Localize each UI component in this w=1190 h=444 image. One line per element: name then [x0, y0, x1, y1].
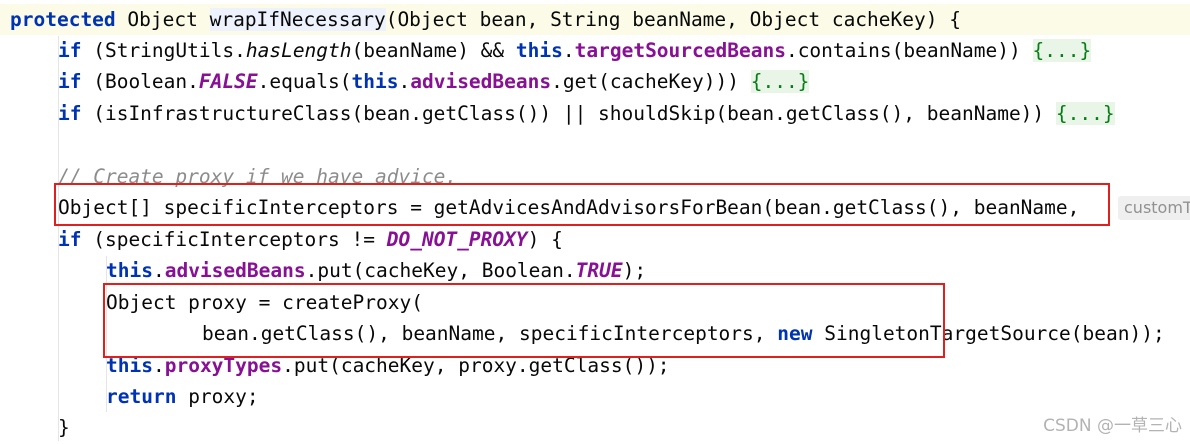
- constant-false: FALSE: [198, 70, 258, 93]
- code-token: ) {: [527, 228, 563, 251]
- code-token: .get(cacheKey))): [551, 70, 751, 93]
- code-token: (Boolean.: [81, 70, 199, 93]
- code-line-do-not-proxy-check[interactable]: if (specificInterceptors != DO_NOT_PROXY…: [58, 224, 563, 255]
- code-token: proxy;: [176, 385, 259, 408]
- keyword-protected: protected: [10, 8, 116, 31]
- keyword-if: if: [58, 102, 82, 125]
- code-token: .put(cacheKey, Boolean.: [305, 259, 576, 282]
- keyword-this: this: [351, 70, 399, 93]
- method-name: wrapIfNecessary: [209, 8, 386, 31]
- constant-do-not-proxy: DO_NOT_PROXY: [386, 228, 528, 251]
- code-token: .equals(: [257, 70, 352, 93]
- code-line-return[interactable]: return proxy;: [106, 381, 259, 412]
- keyword-this: this: [106, 259, 153, 282]
- code-token: (beanName) &&: [351, 39, 516, 62]
- highlight-box-create-proxy: [103, 283, 945, 358]
- highlight-box-interceptors: [54, 183, 1110, 226]
- code-token: .contains(beanName)): [785, 39, 1033, 62]
- code-line-method-signature[interactable]: protected Object wrapIfNecessary(Object …: [0, 4, 1190, 35]
- field-target-sourced-beans: targetSourcedBeans: [574, 39, 786, 62]
- csdn-watermark: CSDN @一草三心: [1043, 416, 1182, 436]
- folded-block[interactable]: {...}: [1032, 39, 1092, 62]
- constant-true: TRUE: [575, 259, 623, 282]
- code-line-infrastructure-check[interactable]: if (isInfrastructureClass(bean.getClass(…: [58, 98, 1115, 129]
- code-token: .: [398, 70, 411, 93]
- method-has-length: hasLength: [245, 39, 352, 62]
- keyword-if: if: [58, 39, 82, 62]
- keyword-if: if: [58, 228, 82, 251]
- folded-block[interactable]: {...}: [750, 70, 810, 93]
- code-token: (specificInterceptors !=: [81, 228, 387, 251]
- keyword-if: if: [58, 70, 82, 93]
- keyword-this: this: [515, 39, 563, 62]
- code-token: (Object bean, String beanName, Object ca…: [385, 8, 961, 31]
- code-token: Object: [115, 8, 210, 31]
- field-advised-beans: advisedBeans: [164, 259, 306, 282]
- folded-block[interactable]: {...}: [1055, 102, 1115, 125]
- field-advised-beans: advisedBeans: [410, 70, 552, 93]
- parameter-hint: customT: [1118, 196, 1190, 220]
- code-token: }: [58, 416, 70, 439]
- code-line-advised-beans-put[interactable]: this.advisedBeans.put(cacheKey, Boolean.…: [106, 255, 646, 286]
- code-token: .: [562, 39, 575, 62]
- code-token: );: [622, 259, 647, 282]
- code-token: (isInfrastructureClass(bean.getClass()) …: [81, 102, 1056, 125]
- code-token: .: [152, 259, 165, 282]
- code-token: (StringUtils.: [81, 39, 246, 62]
- code-line-target-sourced-check[interactable]: if (StringUtils.hasLength(beanName) && t…: [58, 35, 1092, 66]
- keyword-return: return: [106, 385, 177, 408]
- code-line-advised-beans-check[interactable]: if (Boolean.FALSE.equals(this.advisedBea…: [58, 66, 810, 97]
- code-line-close-brace[interactable]: }: [58, 412, 70, 443]
